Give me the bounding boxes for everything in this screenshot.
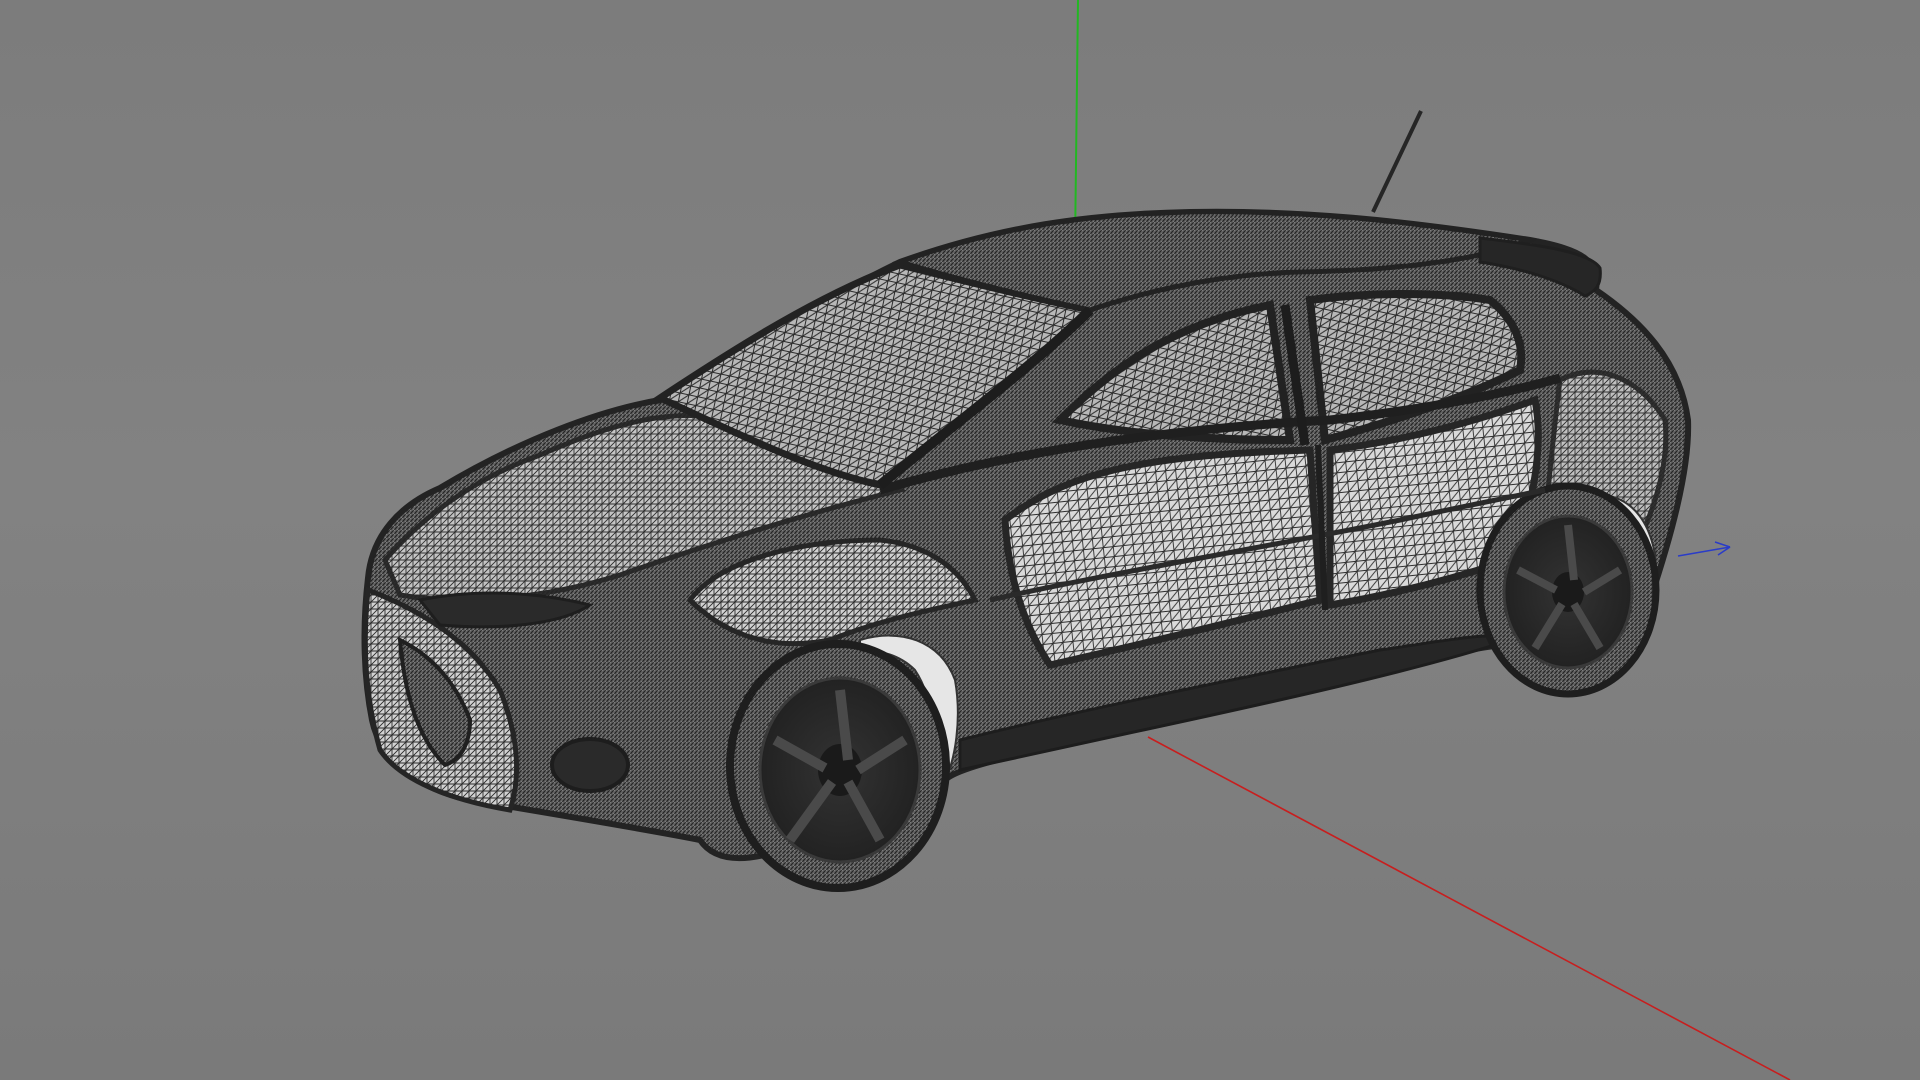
- front-wheel: [726, 640, 950, 892]
- viewport-canvas[interactable]: [0, 0, 1920, 1080]
- car-mesh[interactable]: [361, 208, 1692, 892]
- rear-wheel: [1476, 482, 1660, 698]
- x-axis-line: [1147, 736, 1791, 1080]
- y-axis-line: [1074, 0, 1079, 246]
- z-axis-gizmo: [1677, 541, 1731, 557]
- 3d-viewport[interactable]: [0, 0, 1920, 1080]
- antenna: [1371, 110, 1423, 213]
- fog-light: [550, 737, 630, 793]
